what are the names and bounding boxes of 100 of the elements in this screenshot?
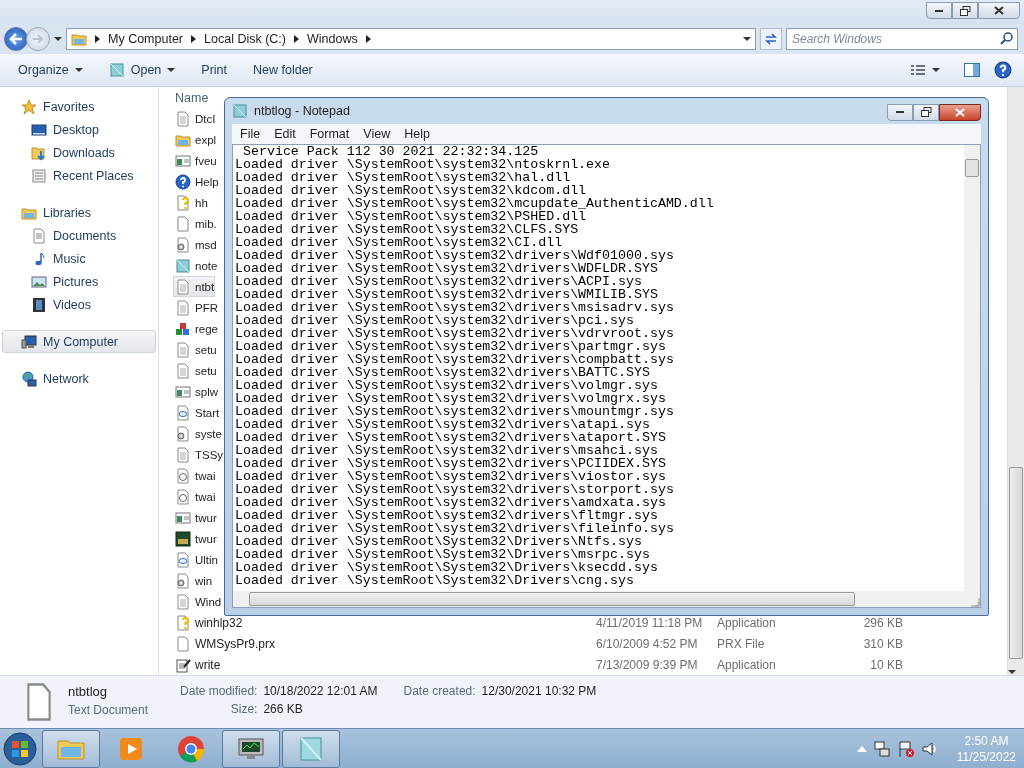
menu-item[interactable]: Edit [268,126,302,142]
menu-item[interactable]: File [234,126,267,142]
minimize-button[interactable] [926,2,952,19]
horizontal-scrollbar[interactable] [233,591,964,607]
text-line: Loaded driver \SystemRoot\system32\drivers\volmgrx.sys [235,392,666,405]
sidebar-item[interactable]: Desktop [0,118,158,141]
gear-file-icon [175,572,191,589]
file-row[interactable]: win [173,570,214,591]
file-row[interactable]: PFR [173,297,219,318]
taskbar-button[interactable] [222,730,280,768]
file-row[interactable]: twur [173,528,218,549]
file-type: PRX File [717,636,765,651]
file-row[interactable]: rege [173,318,220,339]
file-row[interactable]: note [173,255,219,276]
file-row[interactable]: mib. [173,213,218,234]
resize-grip-icon[interactable] [970,597,980,607]
file-row[interactable]: twai [173,486,217,507]
file-row[interactable]: syste [173,423,223,444]
file-row[interactable]: ntbt [173,276,216,297]
file-row[interactable]: splw [173,381,219,402]
text-line: Loaded driver \SystemRoot\system32\drivers\ACPI.sys [235,275,642,288]
column-header[interactable]: Name [175,90,209,105]
sidebar-item[interactable]: Downloads [0,141,158,164]
vertical-scrollbar[interactable] [1007,87,1024,675]
menu-item[interactable]: Format [303,126,356,142]
field-label: Size: [229,702,258,716]
file-row[interactable]: setu [173,339,218,360]
sidebar-item[interactable]: Network [0,367,158,390]
sidebar-item[interactable]: Pictures [0,270,158,293]
file-row[interactable]: hh [173,192,209,213]
script-file-icon [175,404,191,421]
address-bar[interactable]: My Computer Local Disk (C:) Windows [66,28,756,50]
date-modified: 7/13/2009 9:39 PM [596,657,698,672]
network-icon[interactable] [872,740,891,758]
scrollbar-thumb[interactable] [1009,467,1023,659]
text-line: Loaded driver \SystemRoot\system32\kdcom.dll [235,184,587,197]
text-line: Loaded driver \SystemRoot\system32\drivers\viostor.sys [235,470,666,483]
blank-file-icon [175,635,191,652]
refresh-button[interactable] [760,28,782,50]
breadcrumb[interactable]: Windows [307,32,358,46]
file-row[interactable]: Ultin [173,549,219,570]
scrollbar-thumb[interactable] [965,159,979,177]
help-icon[interactable] [994,61,1012,79]
file-row[interactable]: fveu [173,150,218,171]
text-line: Loaded driver \SystemRoot\system32\drivers\fileinfo.sys [235,522,674,535]
text-line: Loaded driver \SystemRoot\system32\drivers\PCIIDEX.SYS [235,457,666,470]
file-row[interactable]: Help [173,171,220,192]
file-row[interactable]: expl [173,129,218,150]
sidebar-item[interactable]: My Computer [2,330,156,353]
minimize-button[interactable] [887,103,913,121]
start-button[interactable] [0,730,40,768]
toolbar-button[interactable]: New folder [243,59,323,81]
text-file-icon [175,446,191,463]
file-row[interactable]: twur [173,507,218,528]
breadcrumb[interactable]: My Computer [108,32,184,46]
taskbar-button[interactable] [42,730,100,768]
breadcrumb[interactable]: Local Disk (C:) [204,32,286,46]
file-row[interactable]: setu [173,360,218,381]
toolbar-button[interactable]: Open [98,58,186,82]
file-row[interactable]: Start [173,402,221,423]
file-row[interactable]: DtcI [173,108,217,129]
toolbar-button[interactable]: Print [191,59,238,81]
text-line: Loaded driver \SystemRoot\system32\drivers\partmgr.sys [235,340,666,353]
toolbar-button[interactable]: Organize [8,59,93,81]
link-file-icon [175,467,191,484]
text-line: Loaded driver \SystemRoot\System32\Drivers\msrpc.sys [235,548,650,561]
preview-pane-icon[interactable] [964,63,980,77]
search-field[interactable]: Search Windows [786,28,1018,50]
flag-icon[interactable] [896,740,915,758]
file-row[interactable]: TSSy [173,444,225,465]
back-arrow-icon [9,33,23,45]
network-globe-icon [21,370,37,387]
minimize-icon [895,110,905,114]
sidebar-item[interactable]: Libraries [0,201,158,224]
close-button[interactable] [939,103,981,121]
sidebar-item[interactable]: Videos [0,293,158,316]
text-line: Loaded driver \SystemRoot\system32\drivers\ataport.SYS [235,431,666,444]
sidebar-item[interactable]: Documents [0,224,158,247]
volume-icon[interactable] [920,740,939,758]
menu-item[interactable]: Help [398,126,436,142]
link-file-icon [175,488,191,505]
back-button[interactable] [4,27,28,51]
menu-item[interactable]: View [357,126,397,142]
file-row[interactable]: twai [173,465,217,486]
text-file-icon [175,278,191,295]
file-row[interactable]: msd [173,234,218,255]
close-button[interactable] [978,2,1020,19]
restore-button[interactable] [913,103,939,121]
sidebar-item[interactable]: Music [0,247,158,270]
sidebar-item[interactable]: Favorites [0,95,158,118]
file-row[interactable]: Wind [173,591,223,612]
sidebar-item[interactable]: Recent Places [0,164,158,187]
scrollbar-thumb[interactable] [249,592,855,606]
field-label: Date created: [403,684,476,698]
taskbar-button[interactable] [282,730,340,768]
text-line: Loaded driver \SystemRoot\system32\drivers\atapi.sys [235,418,650,431]
program-window-icon [175,152,191,169]
restore-button[interactable] [952,2,978,19]
text-file-icon [175,299,191,316]
vertical-scrollbar[interactable] [964,145,980,591]
